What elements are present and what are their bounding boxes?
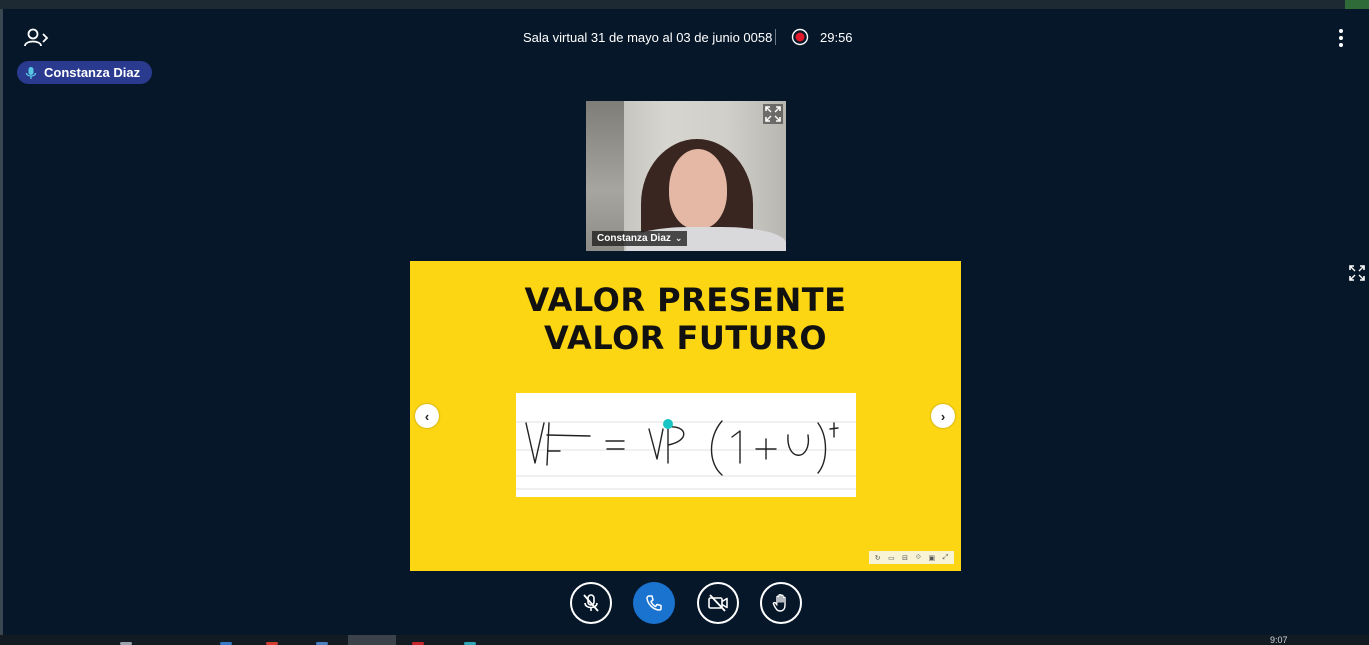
slide-tool-icon[interactable]: ⤢ bbox=[943, 554, 949, 562]
header-separator bbox=[775, 29, 776, 45]
phone-icon bbox=[646, 595, 662, 611]
slide-tool-icon[interactable]: ▭ bbox=[888, 554, 895, 562]
meeting-title: Sala virtual 31 de mayo al 03 de junio 0… bbox=[523, 30, 773, 45]
recording-timer: 29:56 bbox=[820, 30, 853, 45]
strip-glow bbox=[1345, 0, 1369, 9]
webcam-shelf bbox=[586, 101, 624, 251]
options-kebab-icon[interactable] bbox=[1329, 27, 1353, 49]
presentation-expand-icon[interactable] bbox=[1347, 263, 1367, 283]
user-list-toggle-icon[interactable] bbox=[23, 26, 51, 50]
window-top-strip bbox=[0, 0, 1369, 9]
camera-button[interactable] bbox=[697, 582, 739, 624]
next-slide-button[interactable]: › bbox=[931, 404, 955, 428]
webcam-person-face bbox=[669, 149, 727, 229]
window-left-edge bbox=[0, 9, 3, 635]
hand-icon bbox=[772, 594, 786, 612]
slide-toolbar: ↻ ▭ ⊟ ⟐ ▣ ⤢ bbox=[869, 551, 954, 564]
slide-title-line-1: VALOR PRESENTE bbox=[524, 281, 847, 319]
talking-indicator: Constanza Diaz bbox=[17, 61, 153, 84]
os-taskbar: 9:07 bbox=[0, 635, 1369, 645]
presentation-slide: VALOR PRESENTE VALOR FUTURO ‹ › ↻ ▭ ⊟ ⟐ … bbox=[410, 261, 961, 571]
meeting-header: Sala virtual 31 de mayo al 03 de junio 0… bbox=[3, 9, 1369, 65]
talker-name: Constanza Diaz bbox=[44, 65, 141, 80]
webcam-user-menu[interactable]: Constanza Diaz ⌄ bbox=[592, 231, 688, 246]
slide-title: VALOR PRESENTE VALOR FUTURO bbox=[410, 281, 961, 357]
mic-muted-icon bbox=[583, 594, 599, 612]
slide-tool-icon[interactable]: ⊟ bbox=[902, 554, 908, 562]
taskbar-active-app[interactable] bbox=[348, 635, 396, 645]
record-icon[interactable] bbox=[791, 28, 809, 46]
leave-audio-button[interactable] bbox=[633, 582, 675, 624]
previous-slide-button[interactable]: ‹ bbox=[415, 404, 439, 428]
raise-hand-button[interactable] bbox=[760, 582, 802, 624]
webcam-expand-icon[interactable] bbox=[763, 104, 783, 124]
mute-button[interactable] bbox=[570, 582, 612, 624]
slide-tool-icon[interactable]: ⟐ bbox=[916, 554, 922, 562]
camera-off-icon bbox=[708, 594, 728, 612]
handwritten-formula bbox=[516, 393, 856, 497]
mic-icon bbox=[25, 66, 37, 79]
slide-tool-icon[interactable]: ▣ bbox=[929, 554, 936, 562]
slide-title-line-2: VALOR FUTURO bbox=[543, 319, 828, 357]
taskbar-clock: 9:07 bbox=[1270, 635, 1288, 645]
webcam-video[interactable]: Constanza Diaz ⌄ bbox=[586, 101, 786, 251]
webcam-user-name: Constanza Diaz bbox=[597, 233, 671, 244]
slide-tool-icon[interactable]: ↻ bbox=[875, 554, 881, 562]
chevron-down-icon: ⌄ bbox=[674, 233, 683, 243]
